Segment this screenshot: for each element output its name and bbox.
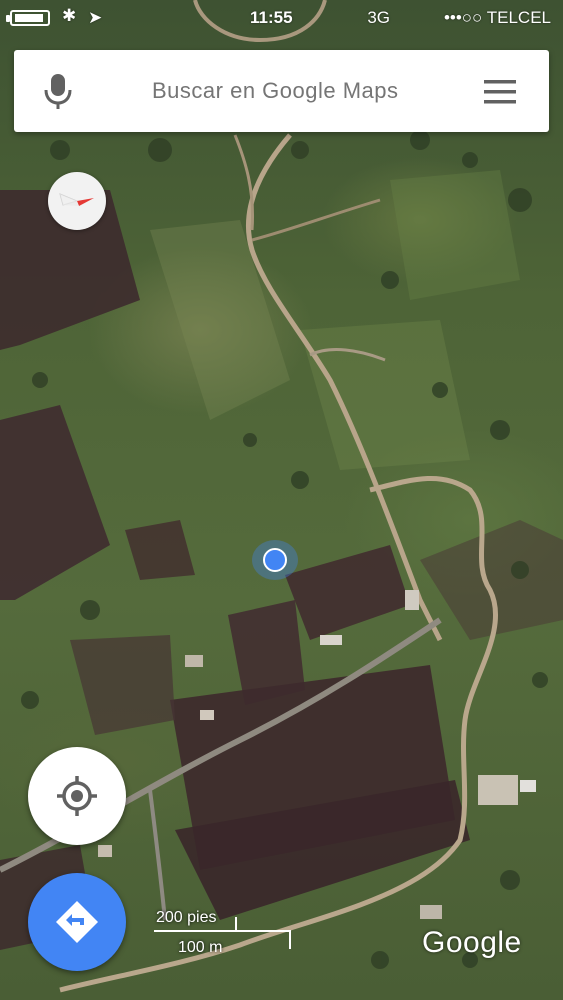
- current-location-marker: [252, 540, 298, 580]
- status-time: 11:55: [250, 8, 293, 27]
- scale-label-meters: 100 m: [178, 939, 223, 956]
- satellite-terrain: [0, 0, 563, 993]
- my-location-icon: [57, 776, 97, 816]
- location-services-icon: ➤: [88, 8, 103, 27]
- compass-icon[interactable]: [48, 172, 106, 230]
- network-type: 3G: [367, 8, 390, 27]
- carrier-signal: •••○○ TELCEL: [443, 8, 551, 27]
- microphone-icon[interactable]: [42, 72, 74, 110]
- map-scale: 200 pies 100 m: [150, 905, 300, 965]
- search-bar[interactable]: Buscar en Google Maps: [14, 50, 549, 132]
- scale-label-feet: 200 pies: [156, 909, 217, 926]
- directions-icon: [56, 901, 98, 943]
- battery-icon: [10, 10, 50, 26]
- hamburger-menu-icon[interactable]: [483, 78, 517, 106]
- google-logo: Google: [422, 926, 522, 959]
- status-bar: ✱ ➤ 11:55 3G •••○○ TELCEL: [0, 0, 563, 36]
- my-location-button[interactable]: [28, 747, 126, 845]
- search-input[interactable]: Buscar en Google Maps: [152, 78, 399, 104]
- satellite-map[interactable]: [0, 0, 563, 1000]
- directions-button[interactable]: [28, 873, 126, 971]
- bluetooth-icon: ✱: [62, 6, 77, 25]
- battery-tip: [6, 15, 10, 22]
- current-location-dot: [263, 548, 287, 572]
